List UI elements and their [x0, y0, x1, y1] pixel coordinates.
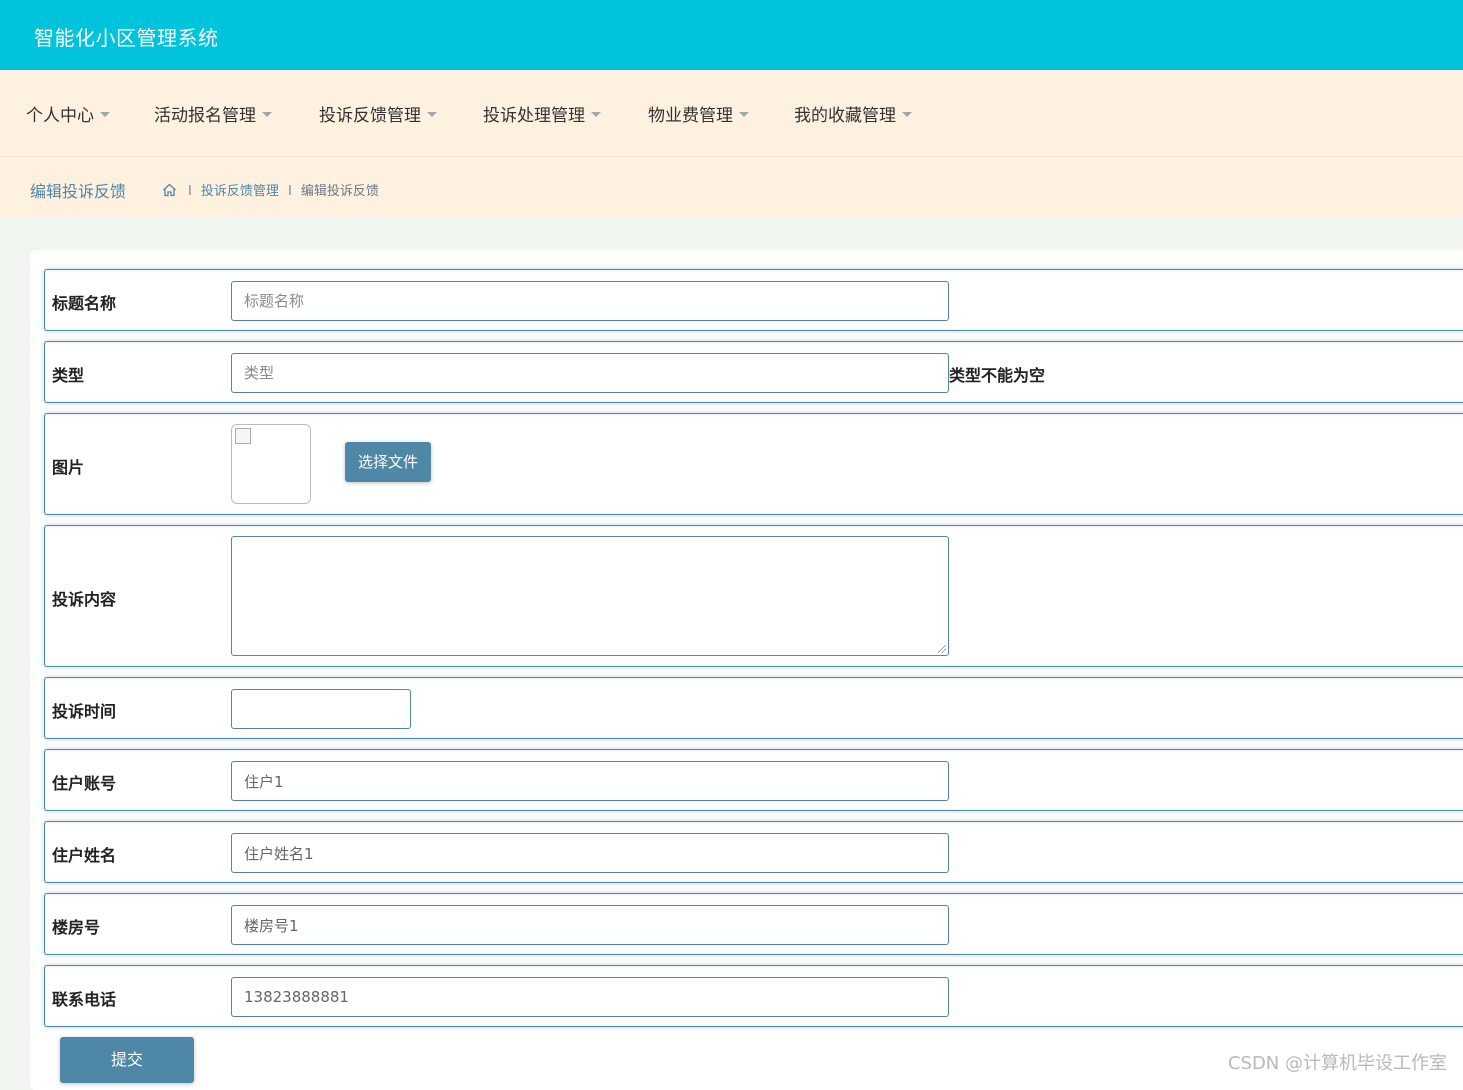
content-textarea[interactable] [231, 536, 949, 656]
breadcrumb: l 投诉反馈管理 l 编辑投诉反馈 [162, 180, 379, 201]
submit-button[interactable]: 提交 [60, 1037, 194, 1083]
form-row-type: 类型 类型不能为空 [44, 341, 1463, 403]
nav-activity-signup[interactable]: 活动报名管理 [154, 101, 272, 126]
field-label: 投诉时间 [52, 702, 117, 721]
form-row-content: 投诉内容 [44, 525, 1463, 667]
form-row-image: 图片 选择文件 [44, 413, 1463, 515]
page-title: 编辑投诉反馈 [30, 182, 127, 201]
field-label: 楼房号 [52, 918, 101, 937]
nav-personal-center[interactable]: 个人中心 [26, 101, 110, 126]
field-label: 类型 [52, 366, 85, 385]
field-label: 标题名称 [52, 294, 117, 313]
caret-down-icon [902, 111, 912, 117]
form-row-time: 投诉时间 [44, 677, 1463, 739]
account-input[interactable] [231, 761, 949, 801]
form-row-title: 标题名称 [44, 269, 1463, 331]
caret-down-icon [100, 111, 110, 117]
field-label: 图片 [52, 458, 85, 477]
nav-label: 个人中心 [26, 106, 94, 126]
nav-label: 我的收藏管理 [794, 106, 896, 126]
choose-file-button[interactable]: 选择文件 [345, 442, 431, 482]
name-input[interactable] [231, 833, 949, 873]
breadcrumb-link[interactable]: 投诉反馈管理 [201, 184, 279, 199]
field-label: 联系电话 [52, 990, 117, 1009]
nav-label: 投诉反馈管理 [319, 106, 421, 126]
nav-label: 物业费管理 [648, 106, 733, 126]
caret-down-icon [591, 111, 601, 117]
resize-handle-icon[interactable] [938, 645, 946, 653]
nav-label: 投诉处理管理 [483, 106, 585, 126]
form-row-phone: 联系电话 [44, 965, 1463, 1027]
watermark: CSDN @计算机毕设工作室 [1227, 1053, 1447, 1074]
building-input[interactable] [231, 905, 949, 945]
nav-complaint-handling[interactable]: 投诉处理管理 [483, 101, 601, 126]
field-label: 投诉内容 [52, 590, 117, 609]
caret-down-icon [427, 111, 437, 117]
caret-down-icon [262, 111, 272, 117]
form-row-building: 楼房号 [44, 893, 1463, 955]
nav-label: 活动报名管理 [154, 106, 256, 126]
broken-image-icon [235, 428, 251, 444]
top-header-bar: 智能化小区管理系统 [0, 0, 1463, 70]
nav-complaint-feedback[interactable]: 投诉反馈管理 [319, 101, 437, 126]
phone-input[interactable] [231, 977, 949, 1017]
type-error-message: 类型不能为空 [949, 366, 1046, 385]
breadcrumb-separator: l [188, 184, 192, 199]
field-label: 住户姓名 [52, 846, 117, 865]
field-label: 住户账号 [52, 774, 117, 793]
form-row-account: 住户账号 [44, 749, 1463, 811]
app-title: 智能化小区管理系统 [34, 26, 219, 50]
main-nav: 个人中心 活动报名管理 投诉反馈管理 投诉处理管理 物业费管理 我的收藏管理 [0, 70, 1463, 157]
caret-down-icon [739, 111, 749, 117]
breadcrumb-separator: l [288, 184, 292, 199]
breadcrumb-current: 编辑投诉反馈 [300, 184, 379, 199]
nav-property-fee[interactable]: 物业费管理 [648, 101, 749, 126]
form-row-name: 住户姓名 [44, 821, 1463, 883]
type-input[interactable] [231, 353, 949, 393]
time-input[interactable] [231, 689, 411, 729]
nav-my-favorites[interactable]: 我的收藏管理 [794, 101, 912, 126]
title-input[interactable] [231, 281, 949, 321]
breadcrumb-bar: 编辑投诉反馈 l 投诉反馈管理 l 编辑投诉反馈 [0, 157, 1463, 217]
image-preview[interactable] [231, 424, 311, 504]
home-icon[interactable] [162, 183, 177, 201]
